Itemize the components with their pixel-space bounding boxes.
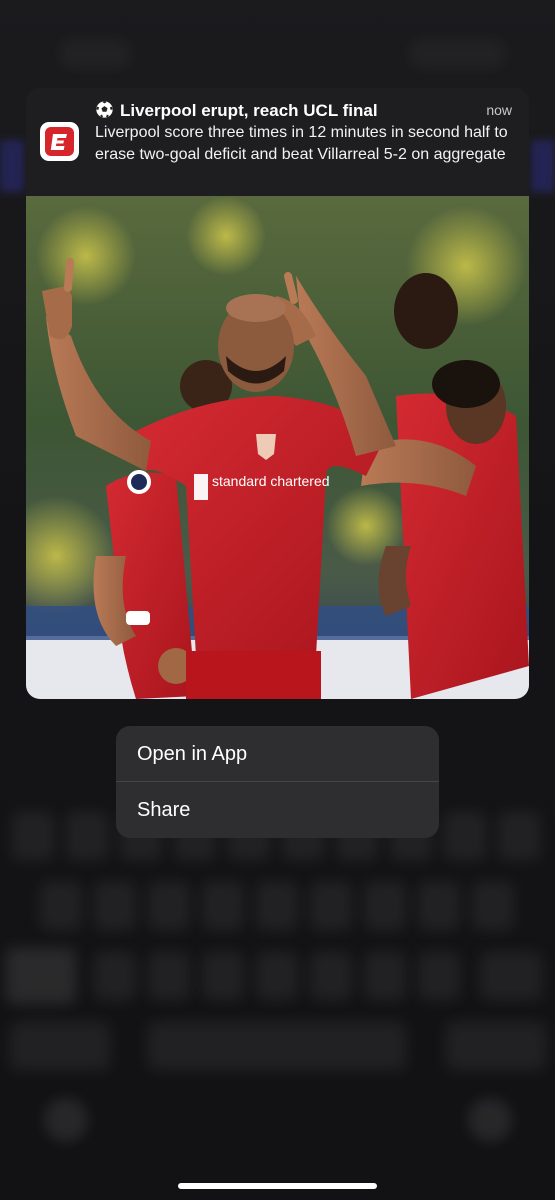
notification-photo: standard chartered — [26, 196, 529, 699]
share-button[interactable]: Share — [116, 782, 439, 838]
open-in-app-button[interactable]: Open in App — [116, 726, 439, 782]
soccer-ball-icon — [95, 100, 114, 119]
notification-title: Liverpool erupt, reach UCL final — [95, 100, 465, 121]
photo-sponsor-text: standard chartered — [212, 473, 330, 489]
notification-title-text: Liverpool erupt, reach UCL final — [120, 101, 378, 120]
notification-body: Liverpool score three times in 12 minute… — [95, 124, 508, 163]
action-menu: Open in App Share — [116, 726, 439, 838]
espn-logo-icon — [40, 122, 79, 161]
home-indicator[interactable] — [178, 1183, 377, 1189]
notification-card[interactable]: Liverpool erupt, reach UCL final now Liv… — [26, 88, 529, 699]
screen: Liverpool erupt, reach UCL final now Liv… — [0, 0, 555, 1200]
notification-header: Liverpool erupt, reach UCL final now Liv… — [26, 88, 529, 196]
notification-time: now — [486, 102, 512, 118]
